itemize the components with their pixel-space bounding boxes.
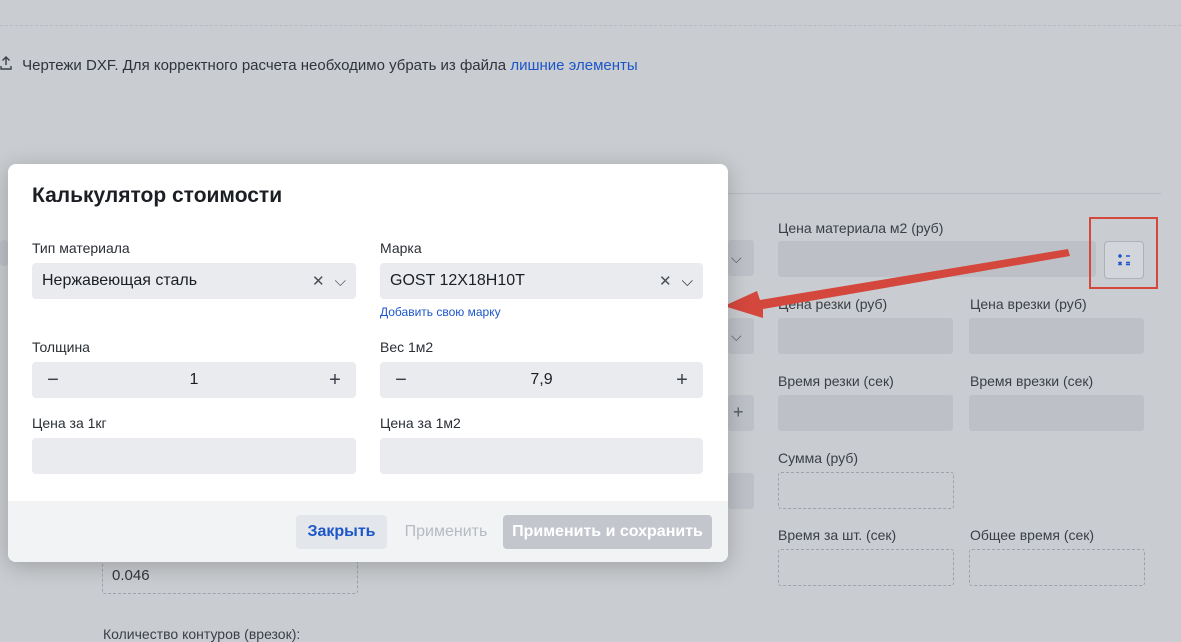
thickness-stepper[interactable]: − 1 +: [32, 362, 356, 398]
bg-field: [728, 473, 754, 509]
dxf-notice-text: Чертежи DXF. Для корректного расчета нео…: [22, 57, 507, 74]
dialog-footer: Закрыть Применить Применить и сохранить: [8, 501, 728, 562]
dialog-title: Калькулятор стоимости: [32, 184, 283, 207]
sum-label: Сумма (руб): [778, 450, 859, 466]
thickness-value[interactable]: 1: [64, 371, 324, 389]
divider: [728, 193, 1161, 194]
price-m2-label: Цена за 1м2: [380, 415, 461, 431]
plus-icon[interactable]: +: [671, 369, 693, 392]
time-per-piece-field: [778, 549, 954, 586]
grade-value: GOST 12X18H10T: [390, 272, 525, 289]
plus-icon[interactable]: +: [324, 369, 346, 392]
grade-select[interactable]: GOST 12X18H10T ✕ ⌵: [380, 263, 703, 299]
extra-elements-link[interactable]: лишние элементы: [510, 57, 637, 74]
pierce-time-field[interactable]: [969, 395, 1144, 431]
cut-time-field[interactable]: [778, 395, 953, 431]
cut-time-label: Время резки (сек): [778, 373, 894, 389]
clear-icon[interactable]: ✕: [312, 272, 325, 290]
close-button[interactable]: Закрыть: [296, 515, 387, 549]
plus-icon: +: [733, 402, 744, 422]
price-kg-input[interactable]: [32, 438, 356, 474]
annotation-highlight-box: [1089, 217, 1158, 289]
material-type-label: Тип материала: [32, 240, 130, 256]
price-m2-input[interactable]: [380, 438, 703, 474]
material-price-field[interactable]: [778, 241, 1096, 277]
bg-field: [0, 240, 8, 266]
total-time-field: [969, 549, 1145, 586]
chevron-down-icon: ⌵: [731, 328, 742, 344]
bg-field-value: 0.046: [112, 567, 150, 584]
pierce-price-field[interactable]: [969, 318, 1144, 354]
cut-price-field[interactable]: [778, 318, 953, 354]
chevron-down-icon[interactable]: ⌵: [682, 273, 693, 290]
pierce-price-label: Цена врезки (руб): [970, 296, 1087, 312]
price-kg-label: Цена за 1кг: [32, 415, 107, 431]
contours-label: Количество контуров (врезок):: [103, 626, 301, 642]
pierce-time-label: Время врезки (сек): [970, 373, 1094, 389]
apply-button[interactable]: Применить: [396, 515, 496, 549]
chevron-down-icon[interactable]: ⌵: [335, 273, 346, 290]
dxf-notice: Чертежи DXF. Для корректного расчета нео…: [0, 56, 638, 74]
add-grade-link[interactable]: Добавить свою марку: [380, 305, 501, 319]
weight-label: Вес 1м2: [380, 339, 434, 355]
weight-value[interactable]: 7,9: [412, 371, 671, 389]
material-type-value: Нержавеющая сталь: [42, 272, 198, 289]
total-time-label: Общее время (сек): [970, 527, 1095, 543]
minus-icon[interactable]: −: [42, 369, 64, 392]
minus-icon[interactable]: −: [390, 369, 412, 392]
apply-and-save-button[interactable]: Применить и сохранить: [503, 515, 712, 549]
material-price-label: Цена материала м2 (руб): [778, 220, 944, 236]
cut-price-label: Цена резки (руб): [778, 296, 888, 312]
grade-label: Марка: [380, 240, 422, 256]
material-type-select[interactable]: Нержавеющая сталь ✕ ⌵: [32, 263, 356, 299]
time-per-piece-label: Время за шт. (сек): [778, 527, 897, 543]
clear-icon[interactable]: ✕: [659, 272, 672, 290]
upload-icon: [0, 56, 14, 74]
chevron-down-icon: ⌵: [731, 250, 742, 266]
sum-field: [778, 472, 954, 509]
weight-stepper[interactable]: − 7,9 +: [380, 362, 703, 398]
cost-calculator-dialog: Калькулятор стоимости Тип материала Нерж…: [8, 164, 728, 562]
thickness-label: Толщина: [32, 339, 90, 355]
divider: [0, 25, 1181, 26]
